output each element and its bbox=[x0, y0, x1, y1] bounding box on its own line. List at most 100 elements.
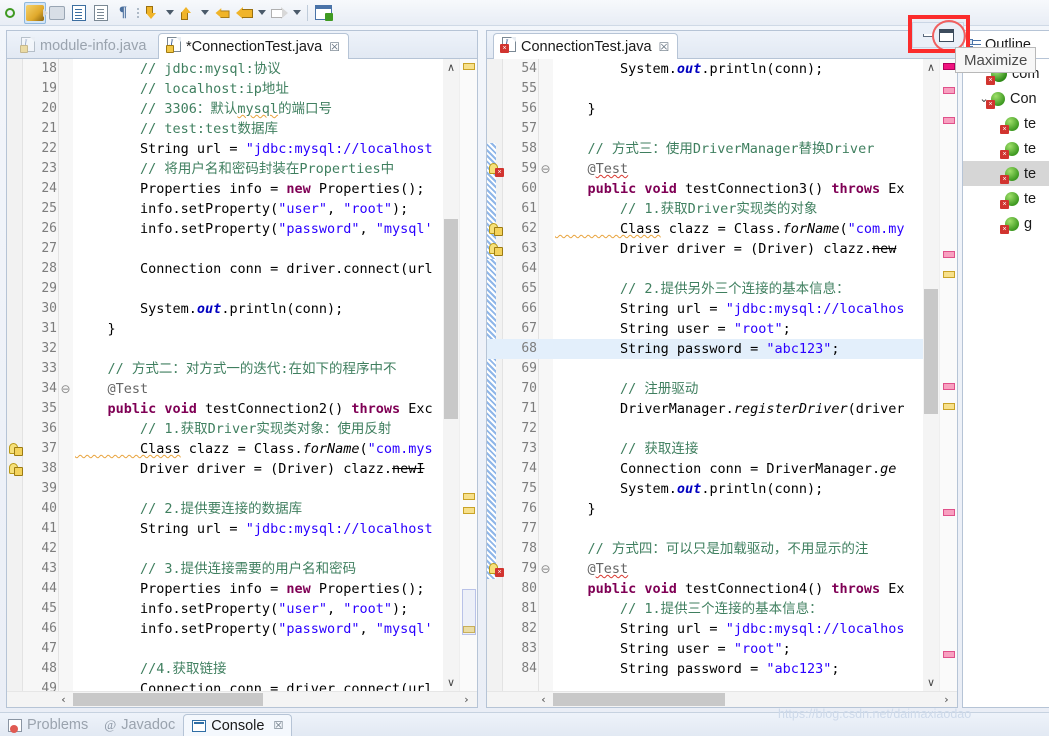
code-line[interactable]: 72 bbox=[487, 419, 957, 439]
bottom-tab-javadoc[interactable]: @ Javadoc bbox=[96, 714, 183, 736]
new-java-class-icon[interactable] bbox=[68, 2, 90, 24]
code-line[interactable]: 68 String password = "abc123"; bbox=[487, 339, 957, 359]
code-line[interactable]: 55 bbox=[487, 79, 957, 99]
overview-marker-yellow[interactable] bbox=[943, 403, 955, 410]
code-line[interactable]: 46 info.setProperty("password", "mysql' bbox=[7, 619, 477, 639]
code-line[interactable]: 28 Connection conn = driver.connect(url bbox=[7, 259, 477, 279]
previous-annotation-dropdown-icon[interactable] bbox=[198, 2, 211, 24]
open-type-icon[interactable] bbox=[90, 2, 112, 24]
editor-tab-connectiontestjava[interactable]: J *ConnectionTest.java ☒ bbox=[158, 33, 349, 59]
code-line[interactable]: 26 info.setProperty("password", "mysql' bbox=[7, 219, 477, 239]
outline-tree[interactable]: × com ⌄ × Con × te × te × te × te × g bbox=[963, 59, 1049, 236]
code-line[interactable]: 22 String url = "jdbc:mysql://localhost bbox=[7, 139, 477, 159]
back-dropdown-icon[interactable] bbox=[255, 2, 268, 24]
code-line[interactable]: 33 // 方式二：对方式一的迭代:在如下的程序中不 bbox=[7, 359, 477, 379]
code-line[interactable]: 77 bbox=[487, 519, 957, 539]
code-line[interactable]: 18 // jdbc:mysql:协议 bbox=[7, 59, 477, 79]
overview-marker-pink[interactable] bbox=[943, 117, 955, 124]
code-line[interactable]: 41 String url = "jdbc:mysql://localhost bbox=[7, 519, 477, 539]
overview-marker-pink[interactable] bbox=[943, 87, 955, 94]
code-line[interactable]: 39 bbox=[7, 479, 477, 499]
code-line[interactable]: 76 } bbox=[487, 499, 957, 519]
code-line[interactable]: 67 String user = "root"; bbox=[487, 319, 957, 339]
code-line[interactable]: 82 String url = "jdbc:mysql://localhos bbox=[487, 619, 957, 639]
code-line[interactable]: 43 // 3.提供连接需要的用户名和密码 bbox=[7, 559, 477, 579]
code-line[interactable]: 78 // 方式四：可以只是加载驱动，不用显示的注 bbox=[487, 539, 957, 559]
overview-marker-yellow[interactable] bbox=[463, 493, 475, 500]
code-line[interactable]: 36 // 1.获取Driver实现类对象：使用反射 bbox=[7, 419, 477, 439]
code-line[interactable]: 70 // 注册驱动 bbox=[487, 379, 957, 399]
code-line[interactable]: 49 Connection conn = driver.connect(url bbox=[7, 679, 477, 691]
code-line[interactable]: 34 ⊖ @Test bbox=[7, 379, 477, 399]
previous-annotation-icon[interactable] bbox=[176, 2, 198, 24]
code-line[interactable]: 47 bbox=[7, 639, 477, 659]
code-line[interactable]: 37 Class clazz = Class.forName("com.mys bbox=[7, 439, 477, 459]
left-vertical-scrollbar[interactable]: ∧ ∨ bbox=[443, 59, 459, 691]
outline-row[interactable]: ⌄ × Con bbox=[963, 86, 1049, 111]
fold-toggle-icon[interactable]: ⊖ bbox=[539, 159, 552, 179]
overview-marker-pink[interactable] bbox=[943, 383, 955, 390]
code-line[interactable]: 73 // 获取连接 bbox=[487, 439, 957, 459]
fold-toggle-icon[interactable]: ⊖ bbox=[539, 559, 552, 579]
forward-dropdown-icon[interactable] bbox=[290, 2, 303, 24]
outline-row[interactable]: × te bbox=[963, 111, 1049, 136]
editor-tab-close-icon[interactable]: ☒ bbox=[329, 40, 340, 54]
code-line[interactable]: 60 public void testConnection3() throws … bbox=[487, 179, 957, 199]
right-scroll-left-button[interactable]: ‹ bbox=[535, 692, 552, 707]
code-line[interactable]: 24 Properties info = new Properties(); bbox=[7, 179, 477, 199]
code-line[interactable]: 35 public void testConnection2() throws … bbox=[7, 399, 477, 419]
outline-row[interactable]: × te bbox=[963, 186, 1049, 211]
right-scroll-down-button[interactable]: ∨ bbox=[923, 674, 939, 691]
left-scroll-right-button[interactable]: › bbox=[458, 692, 475, 707]
code-line[interactable]: 42 bbox=[7, 539, 477, 559]
warning-marker-icon[interactable] bbox=[9, 462, 23, 476]
left-code-area[interactable]: 18 // jdbc:mysql:协议 19 // localhost:ip地址 2… bbox=[7, 59, 477, 691]
code-line[interactable]: 61 // 1.获取Driver实现类的对象 bbox=[487, 199, 957, 219]
overview-marker-yellow[interactable] bbox=[943, 271, 955, 278]
code-line[interactable]: 30 System.out.println(conn); bbox=[7, 299, 477, 319]
code-line[interactable]: 81 // 1.提供三个连接的基本信息： bbox=[487, 599, 957, 619]
code-line[interactable]: 63 Driver driver = (Driver) clazz.new bbox=[487, 239, 957, 259]
minimize-button[interactable] bbox=[922, 33, 934, 37]
new-window-icon[interactable] bbox=[312, 2, 334, 24]
code-line[interactable]: 74 Connection conn = DriverManager.ge bbox=[487, 459, 957, 479]
right-scroll-right-button[interactable]: › bbox=[938, 692, 955, 707]
right-vertical-scrollbar[interactable]: ∧ ∨ bbox=[923, 59, 939, 691]
left-horizontal-scrollbar[interactable]: ‹ › bbox=[7, 691, 477, 707]
code-line[interactable]: 83 String user = "root"; bbox=[487, 639, 957, 659]
code-line[interactable]: 71 DriverManager.registerDriver(driver bbox=[487, 399, 957, 419]
editor-tab-close-icon[interactable]: ☒ bbox=[659, 40, 670, 54]
right-horizontal-scrollbar[interactable]: ‹ › bbox=[487, 691, 957, 707]
code-line[interactable]: 27 bbox=[7, 239, 477, 259]
code-line[interactable]: 69 bbox=[487, 359, 957, 379]
right-scroll-up-button[interactable]: ∧ bbox=[923, 59, 939, 76]
code-line[interactable]: 32 bbox=[7, 339, 477, 359]
next-annotation-dropdown-icon[interactable] bbox=[163, 2, 176, 24]
outline-row[interactable]: × te bbox=[963, 161, 1049, 186]
left-vertical-scroll-thumb[interactable] bbox=[444, 219, 458, 419]
code-line[interactable]: 62 Class clazz = Class.forName("com.my bbox=[487, 219, 957, 239]
code-line[interactable]: × 59 ⊖ @Test bbox=[487, 159, 957, 179]
overview-marker-pink[interactable] bbox=[943, 651, 955, 658]
code-line[interactable]: 40 // 2.提供要连接的数据库 bbox=[7, 499, 477, 519]
code-line[interactable]: 31 } bbox=[7, 319, 477, 339]
outline-row[interactable]: × te bbox=[963, 136, 1049, 161]
overview-marker-pink[interactable] bbox=[943, 251, 955, 258]
editor-tab-connectiontestjava[interactable]: J × ConnectionTest.java ☒ bbox=[493, 33, 679, 59]
show-whitespace-icon[interactable]: ¶ bbox=[112, 2, 134, 24]
bottom-tab-console[interactable]: Console ☒ bbox=[183, 714, 293, 736]
code-line[interactable]: 80 public void testConnection4() throws … bbox=[487, 579, 957, 599]
error-marker-icon[interactable]: × bbox=[489, 562, 504, 577]
code-line[interactable]: 56 } bbox=[487, 99, 957, 119]
bottom-tab-problems[interactable]: Problems bbox=[0, 714, 96, 736]
last-edit-location-icon[interactable] bbox=[211, 2, 233, 24]
code-line[interactable]: 58 // 方式三：使用DriverManager替换Driver bbox=[487, 139, 957, 159]
left-overview-ruler[interactable] bbox=[459, 59, 477, 691]
left-code-lines[interactable]: 18 // jdbc:mysql:协议 19 // localhost:ip地址 2… bbox=[7, 59, 477, 691]
left-scroll-left-button[interactable]: ‹ bbox=[55, 692, 72, 707]
warning-marker-icon[interactable] bbox=[9, 442, 23, 456]
code-line[interactable]: 23 // 将用户名和密码封装在Properties中 bbox=[7, 159, 477, 179]
next-annotation-icon[interactable] bbox=[141, 2, 163, 24]
code-line[interactable]: 38 Driver driver = (Driver) clazz.newI bbox=[7, 459, 477, 479]
code-line[interactable]: 48 //4.获取链接 bbox=[7, 659, 477, 679]
